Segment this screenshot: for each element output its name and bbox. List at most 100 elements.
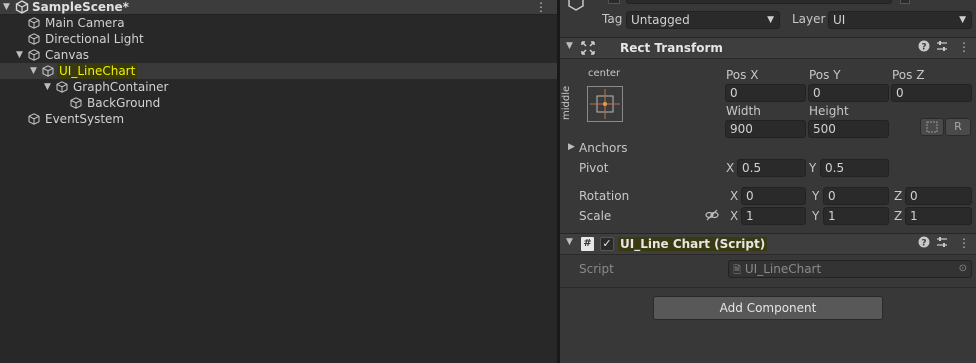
hierarchy-item-main-camera[interactable]: Main Camera [0,15,557,31]
svg-text:?: ? [921,239,926,249]
csharp-script-icon: # [581,237,594,251]
script-object-field: 🗎 UI_LineChart ⊙ [728,260,972,278]
inspector-panel: Tag Untagged ▼ Layer UI ▼ ▼ Rect Transfo… [560,0,976,363]
anchors-label[interactable]: Anchors [579,141,628,155]
help-icon[interactable]: ? [918,40,930,55]
expand-arrow-icon[interactable]: ▼ [44,79,51,95]
layer-value: UI [833,13,846,27]
script-value: UI_LineChart [744,262,822,276]
pivot-y-field[interactable]: 0.5 [820,159,889,177]
gameobject-icon [28,17,40,29]
hierarchy-item-canvas[interactable]: ▼ Canvas [0,47,557,63]
preset-sliders-icon[interactable] [936,40,948,55]
anchor-vertical-label: middle [561,85,572,120]
component-menu-kebab-icon[interactable]: ⋮ [958,236,970,250]
constrain-proportions-icon[interactable] [705,208,719,225]
collapse-arrow-icon[interactable]: ▼ [566,41,573,51]
add-component-button[interactable]: Add Component [653,296,883,320]
hierarchy-panel: ▼ SampleScene* ⋮ Main Camera Directional… [0,0,557,363]
pivot-label: Pivot [579,161,609,175]
layer-dropdown[interactable]: UI ▼ [828,11,972,29]
tag-label: Tag [602,12,623,26]
expand-arrow-icon[interactable]: ▼ [16,47,23,63]
pos-x-field[interactable]: 0 [725,84,806,102]
hierarchy-item-directional-light[interactable]: Directional Light [0,31,557,47]
rotation-y-field[interactable]: 0 [823,187,889,205]
raw-edit-button[interactable]: R [945,118,971,136]
rect-transform-title: Rect Transform [620,41,723,55]
hierarchy-item-label: BackGround [87,96,161,110]
layer-label: Layer [792,12,826,26]
help-icon[interactable]: ? [918,236,930,251]
anchors-expand-arrow-icon[interactable]: ▶ [568,142,575,152]
script-component-title: UI_Line Chart (Script) [618,237,768,251]
gameobject-icon [28,33,40,45]
pos-y-label: Pos Y [809,68,841,82]
blueprint-mode-button[interactable] [920,118,944,136]
anchor-horizontal-label: center [588,68,621,79]
hierarchy-item-label: Directional Light [45,32,144,46]
rect-transform-icon [581,41,595,55]
hierarchy-item-graphcontainer[interactable]: ▼ GraphContainer [0,79,557,95]
expand-arrow-icon[interactable]: ▼ [30,63,37,79]
anchor-preset-button[interactable] [587,86,623,122]
scene-expand-arrow-icon[interactable]: ▼ [3,2,10,12]
hierarchy-item-ui-linechart[interactable]: ▼ UI_LineChart [0,63,557,79]
scene-header[interactable]: ▼ SampleScene* ⋮ [0,0,557,15]
height-field[interactable]: 500 [808,120,889,138]
gameobject-icon [56,81,68,93]
gameobject-icon [28,49,40,61]
dropdown-arrow-icon: ▼ [767,15,774,25]
rotation-x-field[interactable]: 0 [741,187,806,205]
hierarchy-item-background[interactable]: BackGround [0,95,557,111]
script-file-icon: 🗎 [733,265,742,276]
scene-menu-kebab-icon[interactable]: ⋮ [535,0,547,15]
scale-y-field[interactable]: 1 [823,207,889,225]
scene-title: SampleScene* [32,0,129,14]
hierarchy-item-label: Canvas [45,48,90,62]
scale-y-axis-label: Y [812,209,820,223]
script-component-header[interactable]: ▼ # ✓ UI_Line Chart (Script) ? ⋮ [560,233,976,255]
scale-label: Scale [579,209,612,223]
rect-transform-header[interactable]: ▼ Rect Transform ? ⋮ [560,37,976,59]
active-checkbox[interactable] [608,0,620,4]
hierarchy-item-eventsystem[interactable]: EventSystem [0,111,557,127]
height-label: Height [809,104,849,118]
hierarchy-item-label: EventSystem [45,112,125,126]
scale-x-field[interactable]: 1 [741,207,806,225]
pos-z-field[interactable]: 0 [891,84,972,102]
gameobject-large-icon [568,0,584,11]
collapse-arrow-icon[interactable]: ▼ [566,237,573,247]
rotation-z-field[interactable]: 0 [905,187,972,205]
width-label: Width [726,104,761,118]
gameobject-icon [28,113,40,125]
gameobject-header [560,0,976,11]
scale-z-field[interactable]: 1 [905,207,972,225]
gameobject-icon [70,97,82,109]
component-menu-kebab-icon[interactable]: ⋮ [958,40,970,54]
pivot-x-field[interactable]: 0.5 [737,159,806,177]
static-checkbox[interactable] [900,0,910,4]
gameobject-name-field[interactable] [626,0,892,4]
tag-value: Untagged [631,13,690,27]
hierarchy-item-label: GraphContainer [73,80,169,94]
dropdown-arrow-icon: ▼ [959,15,966,25]
pivot-x-axis-label: X [726,161,735,175]
preset-sliders-icon[interactable] [936,236,948,251]
object-picker-icon: ⊙ [958,263,967,274]
hierarchy-item-label: Main Camera [45,16,125,30]
width-field[interactable]: 900 [725,120,806,138]
pivot-y-axis-label: Y [809,161,817,175]
scale-x-axis-label: X [730,209,739,223]
scale-z-axis-label: Z [894,209,903,223]
rotation-z-axis-label: Z [894,189,903,203]
pos-z-label: Pos Z [892,68,925,82]
svg-text:?: ? [921,43,926,53]
rotation-x-axis-label: X [730,189,739,203]
rotation-label: Rotation [579,189,630,203]
script-label: Script [579,262,614,276]
pos-y-field[interactable]: 0 [808,84,889,102]
component-enabled-checkbox[interactable]: ✓ [600,237,614,251]
tag-dropdown[interactable]: Untagged ▼ [626,11,780,29]
hierarchy-item-label: UI_LineChart [57,63,138,79]
